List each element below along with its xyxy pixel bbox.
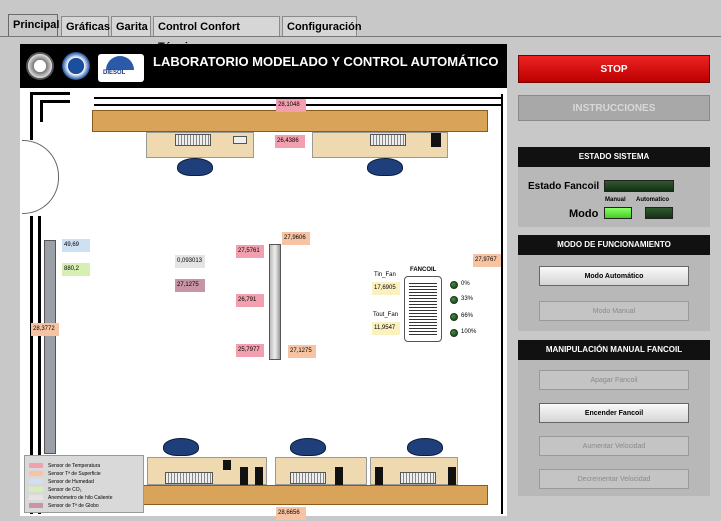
tab-principal[interactable]: Principal	[8, 14, 59, 36]
speed-led-66-icon	[450, 313, 458, 321]
monitor	[233, 136, 247, 144]
decrementar-velocidad-button[interactable]: Decrementar Velocidad	[539, 469, 689, 489]
speed-label-100: 100%	[461, 329, 477, 335]
chair	[177, 158, 213, 176]
sensor-humidity: 49,69	[62, 239, 90, 252]
speed-label-33: 33%	[461, 296, 474, 302]
sensor-surface-bottom: 28,6656	[276, 507, 306, 520]
aumentar-velocidad-button[interactable]: Aumentar Velocidad	[539, 436, 689, 456]
speed-led-33-icon	[450, 296, 458, 304]
pc-tower	[431, 133, 441, 147]
fancoil-status-indicator	[604, 180, 674, 192]
tab-divider	[0, 36, 721, 37]
group-logo-icon	[62, 52, 90, 80]
wall	[30, 92, 33, 122]
encender-fancoil-button[interactable]: Encender Fancoil	[539, 403, 689, 423]
estado-fancoil-label: Estado Fancoil	[528, 181, 600, 192]
tin-label: Tin_Fan	[374, 272, 396, 278]
manipulacion-manual-header: MANIPULACIÓN MANUAL FANCOIL	[518, 340, 710, 360]
tab-control-confort-termico[interactable]: Control Confort Térmico	[153, 16, 280, 53]
tin-value: 17,6905	[372, 282, 400, 295]
column	[269, 244, 281, 360]
chair	[290, 438, 326, 456]
pc-tower	[240, 467, 248, 485]
keyboard	[165, 472, 213, 484]
legend-item: Sensor de CO₂	[29, 487, 82, 494]
tout-value: 11,9547	[372, 322, 400, 335]
tab-garita[interactable]: Garita	[111, 16, 151, 36]
pc-tower	[255, 467, 263, 485]
sensor-temp-column-2: 26,791	[236, 294, 264, 307]
legend-swatch-icon	[29, 479, 43, 485]
tab-configuracion[interactable]: Configuración	[282, 16, 362, 36]
pc-tower	[375, 467, 383, 485]
fancoil-grille-icon	[409, 281, 437, 337]
stop-button[interactable]: STOP	[518, 55, 710, 83]
legend-swatch-icon	[29, 487, 43, 493]
diesol-logo-icon: DIESOL	[98, 54, 144, 82]
speed-led-0-icon	[450, 281, 458, 289]
keyboard	[175, 134, 211, 146]
fancoil-title: FANCOIL	[410, 267, 437, 273]
automatico-label: Automatico	[636, 197, 669, 203]
window-frame	[44, 240, 56, 454]
sensor-legend: Sensor de Temperatura Sensor Tª de Super…	[24, 455, 144, 513]
sensor-temp-column-1: 27,5761	[236, 245, 264, 258]
sensor-anemometer: 0,093013	[175, 255, 205, 268]
keyboard	[400, 472, 436, 484]
estado-sistema-header: ESTADO SISTEMA	[518, 147, 710, 167]
wall	[30, 120, 33, 140]
speed-label-0: 0%	[461, 281, 470, 287]
chair	[407, 438, 443, 456]
wall	[40, 100, 70, 103]
legend-item: Sensor Tª de Superficie	[29, 471, 101, 478]
auto-mode-led	[645, 207, 673, 219]
sensor-temp-column-3: 25,7977	[236, 344, 264, 357]
sensor-temp-top-wall: 28,1048	[276, 99, 306, 112]
counter-top	[92, 110, 488, 132]
modo-manual-button[interactable]: Modo Manual	[539, 301, 689, 321]
legend-item: Sensor de Tª de Globo	[29, 503, 99, 510]
counter-bottom	[90, 485, 488, 505]
plan-title: LABORATORIO MODELADO Y CONTROL AUTOMÁTIC…	[153, 54, 499, 69]
pc-tower	[335, 467, 343, 485]
keyboard	[370, 134, 406, 146]
apagar-fancoil-button[interactable]: Apagar Fancoil	[539, 370, 689, 390]
sensor-surface-left-wall: 28,3772	[31, 323, 59, 336]
sensor-surface-column-2: 27,1275	[288, 345, 316, 358]
sensor-globe-temp: 27,1275	[175, 279, 205, 292]
manual-mode-led	[604, 207, 632, 219]
fancoil-unit	[404, 276, 442, 342]
pc-tower	[448, 467, 456, 485]
tab-graficas[interactable]: Gráficas	[61, 16, 110, 36]
legend-swatch-icon	[29, 495, 43, 501]
chair	[163, 438, 199, 456]
sensor-surface-right-wall: 27,9767	[473, 254, 501, 267]
manual-label: Manual	[605, 197, 626, 203]
sensor-surface-column-1: 27,9606	[282, 232, 310, 245]
legend-item: Sensor de Temperatura	[29, 463, 100, 470]
tout-label: Tout_Fan	[373, 312, 399, 318]
instructions-button[interactable]: INSTRUCCIONES	[518, 95, 710, 121]
legend-swatch-icon	[29, 463, 43, 469]
sensor-co2: 880,2	[62, 263, 90, 276]
sensor-temp-desk: 26,4386	[275, 135, 305, 148]
speed-label-66: 66%	[461, 313, 474, 319]
speed-led-100-icon	[450, 329, 458, 337]
modo-funcionamiento-header: MODO DE FUNCIONAMIENTO	[518, 235, 710, 255]
pc-tower	[223, 460, 231, 470]
legend-swatch-icon	[29, 503, 43, 509]
modo-label: Modo	[569, 208, 599, 220]
legend-item: Sensor de Humedad	[29, 479, 94, 486]
keyboard	[290, 472, 326, 484]
university-logo-icon	[26, 52, 54, 80]
legend-swatch-icon	[29, 471, 43, 477]
wall	[40, 100, 43, 122]
chair	[367, 158, 403, 176]
modo-automatico-button[interactable]: Modo Automático	[539, 266, 689, 286]
wall	[501, 94, 503, 514]
wall	[30, 92, 70, 95]
legend-item: Anemómetro de hilo Caliente	[29, 495, 112, 502]
